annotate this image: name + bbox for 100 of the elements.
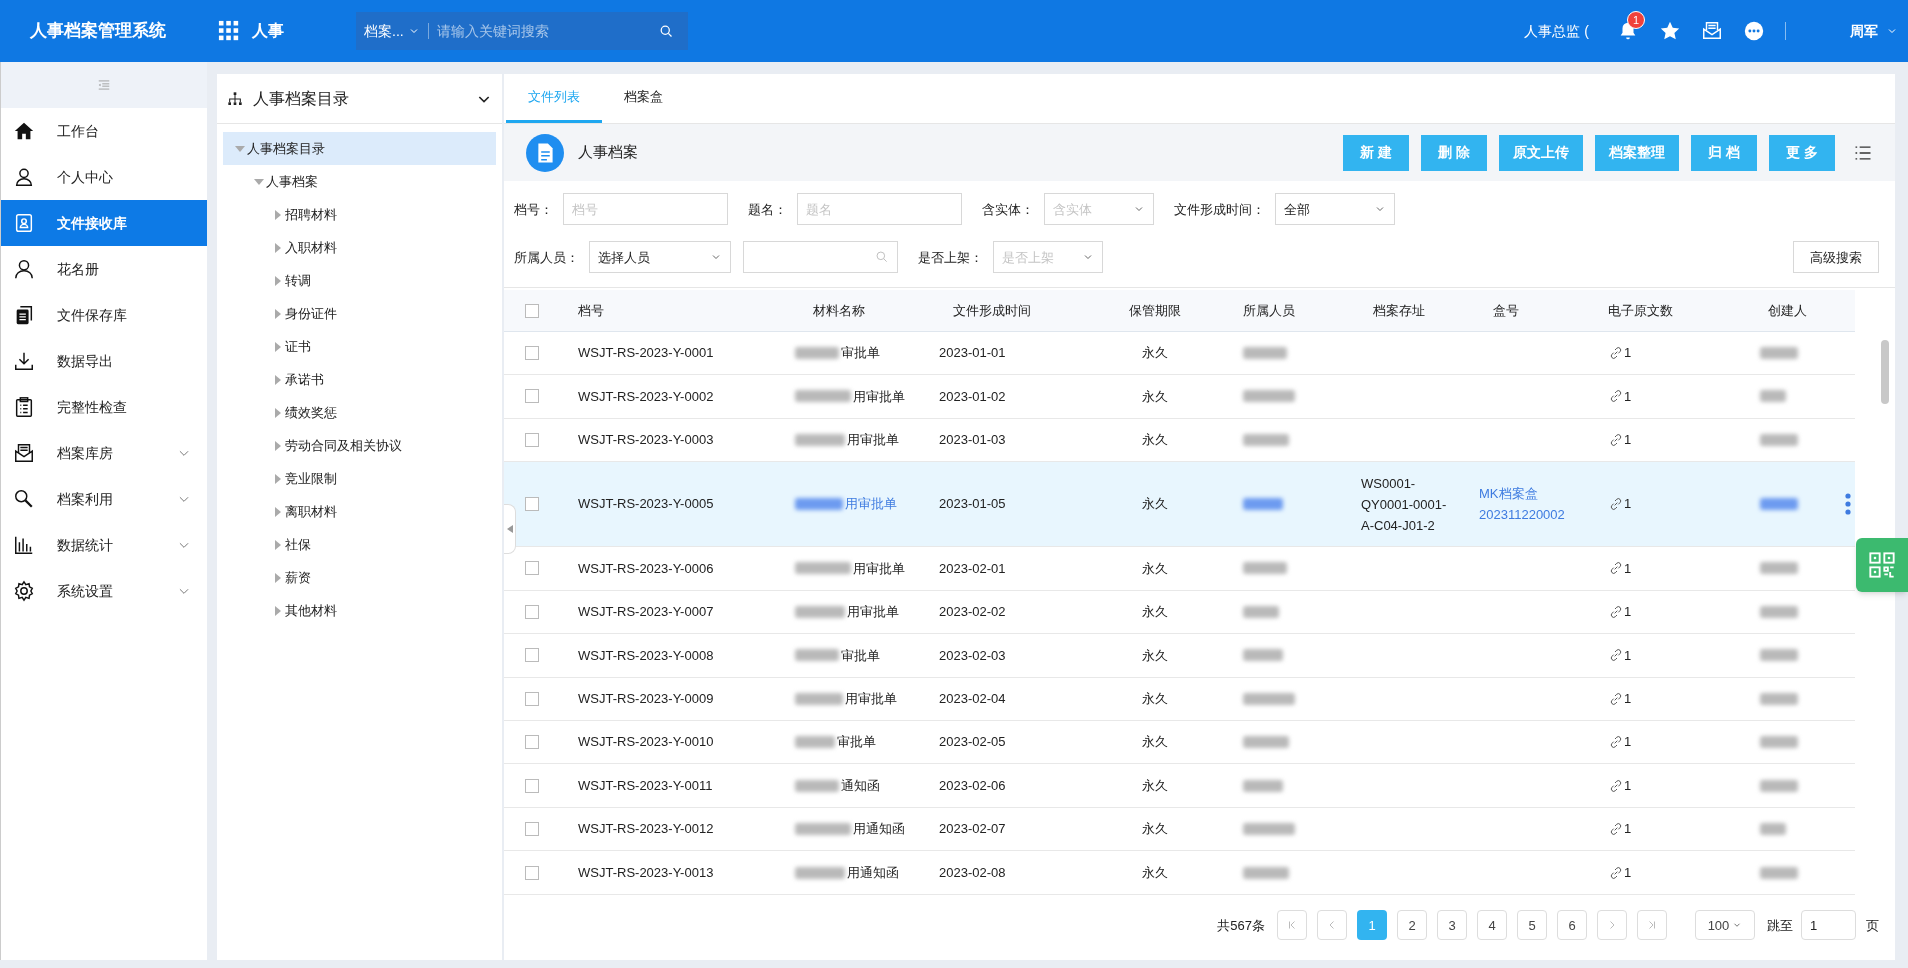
checkbox[interactable] <box>525 865 539 880</box>
checkbox[interactable] <box>525 303 539 318</box>
checkbox[interactable] <box>525 497 539 512</box>
table-row[interactable]: WSJT-RS-2023-Y-0002 用审批单 2023-01-02 永久 1 <box>504 375 1855 419</box>
sidebar-item[interactable]: 花名册 <box>1 246 207 292</box>
tree-node[interactable]: 转调 <box>223 264 496 297</box>
scrollbar-thumb[interactable] <box>1881 340 1889 404</box>
sidebar-item[interactable]: 档案利用 <box>1 476 207 522</box>
table-row[interactable]: WSJT-RS-2023-Y-0012 用通知函 2023-02-07 永久 1 <box>504 807 1855 852</box>
qr-code-floating-button[interactable] <box>1856 538 1908 592</box>
sidebar-item[interactable]: 文件保存库 <box>1 292 207 338</box>
global-search-field[interactable]: 档案... 请输入关键词搜索 <box>356 12 688 50</box>
table-row[interactable]: WSJT-RS-2023-Y-0011 通知函 2023-02-06 永久 1 <box>504 764 1855 808</box>
tree-node[interactable]: 入职材料 <box>223 231 496 264</box>
page-size-select[interactable]: 100 <box>1695 910 1755 941</box>
table-cell-text: 永久 <box>1141 344 1169 363</box>
tree-node[interactable]: 其他材料 <box>223 594 496 627</box>
table-row[interactable]: WSJT-RS-2023-Y-0013 用通知函 2023-02-08 永久 1 <box>504 851 1855 895</box>
sidebar-item[interactable]: 数据导出 <box>1 338 207 384</box>
checkbox[interactable] <box>525 604 539 619</box>
id-card-icon <box>13 212 35 234</box>
collapse-handle[interactable] <box>504 504 516 554</box>
table-cell-text: 永久 <box>1141 690 1169 708</box>
tree-node[interactable]: 人事档案 <box>223 165 496 198</box>
checkbox[interactable] <box>525 822 539 837</box>
redacted-text <box>795 736 835 749</box>
page-button[interactable]: 2 <box>1397 910 1427 941</box>
tree-node[interactable]: 社保 <box>223 528 496 561</box>
table-cell-text: 永久 <box>1141 646 1169 665</box>
table-cell-text: WSJT-RS-2023-Y-0001 <box>577 344 715 363</box>
select-field[interactable]: 全部 <box>1275 193 1395 226</box>
next-page-button[interactable] <box>1597 910 1627 941</box>
tree-node[interactable]: 证书 <box>223 330 496 363</box>
checkbox[interactable] <box>525 346 539 360</box>
tree-node[interactable]: 绩效奖惩 <box>223 396 496 429</box>
tree-node[interactable]: 承诺书 <box>223 363 496 396</box>
apps-grid-icon[interactable] <box>218 20 240 42</box>
tree-node[interactable]: 薪资 <box>223 561 496 594</box>
box-link[interactable]: MK档案盒202311220002 <box>1475 483 1590 526</box>
table-cell-text: 2023-01-02 <box>938 387 1007 406</box>
search-scope[interactable]: 档案... <box>364 20 404 42</box>
material-link[interactable]: 用审批单 <box>845 494 897 514</box>
mail-tray-icon[interactable] <box>1701 20 1723 42</box>
page-button[interactable]: 4 <box>1477 910 1507 941</box>
checkbox[interactable] <box>525 691 539 706</box>
table-cell-text: WSJT-RS-2023-Y-0010 <box>577 733 715 752</box>
tree-node[interactable]: 离职材料 <box>223 495 496 528</box>
table-row[interactable]: WSJT-RS-2023-Y-0001 审批单 2023-01-01 永久 1 <box>504 331 1855 376</box>
user-icon <box>13 166 35 188</box>
checkbox[interactable] <box>525 432 539 447</box>
sidebar-item[interactable]: 文件接收库 <box>1 200 207 246</box>
table-row[interactable]: WSJT-RS-2023-Y-0005 用审批单 2023-01-05 永久 WS0001-QY0001-0001-A-C04-J01-2 MK档案盒202311220002 1 <box>504 462 1855 548</box>
more-icon[interactable] <box>1743 20 1765 42</box>
checkbox[interactable] <box>525 648 539 663</box>
column-header: 盒号 <box>1492 301 1520 320</box>
select-field[interactable]: 选择人员 <box>589 241 731 274</box>
checkbox[interactable] <box>525 561 539 576</box>
table-cell-text: 2023-02-01 <box>938 559 1007 578</box>
tab[interactable]: 档案盒 <box>602 73 685 123</box>
table-row[interactable]: WSJT-RS-2023-Y-0010 审批单 2023-02-05 永久 1 <box>504 721 1855 765</box>
page-jump-field[interactable]: 1 <box>1801 910 1856 941</box>
checkbox[interactable] <box>525 389 539 404</box>
tree-node[interactable]: 招聘材料 <box>223 198 496 231</box>
first-page-button[interactable] <box>1277 910 1307 941</box>
tree-node[interactable]: 竞业限制 <box>223 462 496 495</box>
advanced-search-button[interactable]: 高级搜索 <box>1793 241 1879 274</box>
table-row[interactable]: WSJT-RS-2023-Y-0009 用审批单 2023-02-04 永久 1 <box>504 677 1855 721</box>
page-button[interactable]: 3 <box>1437 910 1467 941</box>
filter-label: 题名： <box>748 200 787 219</box>
sidebar-item[interactable]: 档案库房 <box>1 430 207 476</box>
star-icon[interactable] <box>1659 20 1681 42</box>
tree-node[interactable]: 劳动合同及相关协议 <box>223 429 496 462</box>
sidebar-item[interactable]: 个人中心 <box>1 154 207 200</box>
table-row[interactable]: WSJT-RS-2023-Y-0006 用审批单 2023-02-01 永久 1 <box>504 547 1855 591</box>
input-field[interactable]: 档号 <box>563 193 728 226</box>
user-name[interactable]: 周军 <box>1850 20 1878 42</box>
previous-page-button[interactable] <box>1317 910 1347 941</box>
document-icon <box>526 133 564 172</box>
last-page-button[interactable] <box>1637 910 1667 941</box>
checkbox[interactable] <box>525 778 539 793</box>
tree-node[interactable]: 人事档案目录 <box>223 132 496 165</box>
sidebar-item[interactable]: 完整性检查 <box>1 384 207 430</box>
filter-label: 是否上架： <box>918 248 983 267</box>
sidebar-item[interactable]: 工作台 <box>1 108 207 154</box>
bar-chart-icon <box>13 534 35 556</box>
tree-node[interactable]: 身份证件 <box>223 297 496 330</box>
vertical-dots-icon[interactable] <box>1844 493 1851 516</box>
search-field[interactable] <box>743 241 898 274</box>
checkbox[interactable] <box>525 735 539 750</box>
table-row[interactable]: WSJT-RS-2023-Y-0007 用审批单 2023-02-02 永久 1 <box>504 590 1855 635</box>
collapse-menu-icon[interactable] <box>97 78 111 92</box>
table-cell-text: WSJT-RS-2023-Y-0013 <box>577 863 715 882</box>
table-row[interactable]: WSJT-RS-2023-Y-0008 审批单 2023-02-03 永久 1 <box>504 634 1855 678</box>
file-count: 1 <box>1624 646 1632 665</box>
jump-label: 跳至 <box>1767 916 1793 935</box>
sidebar-item[interactable]: 系统设置 <box>1 568 207 614</box>
file-count: 1 <box>1624 431 1632 450</box>
page-button[interactable]: 5 <box>1517 910 1547 941</box>
sidebar-item[interactable]: 数据统计 <box>1 522 207 568</box>
page-button[interactable]: 6 <box>1557 910 1587 941</box>
